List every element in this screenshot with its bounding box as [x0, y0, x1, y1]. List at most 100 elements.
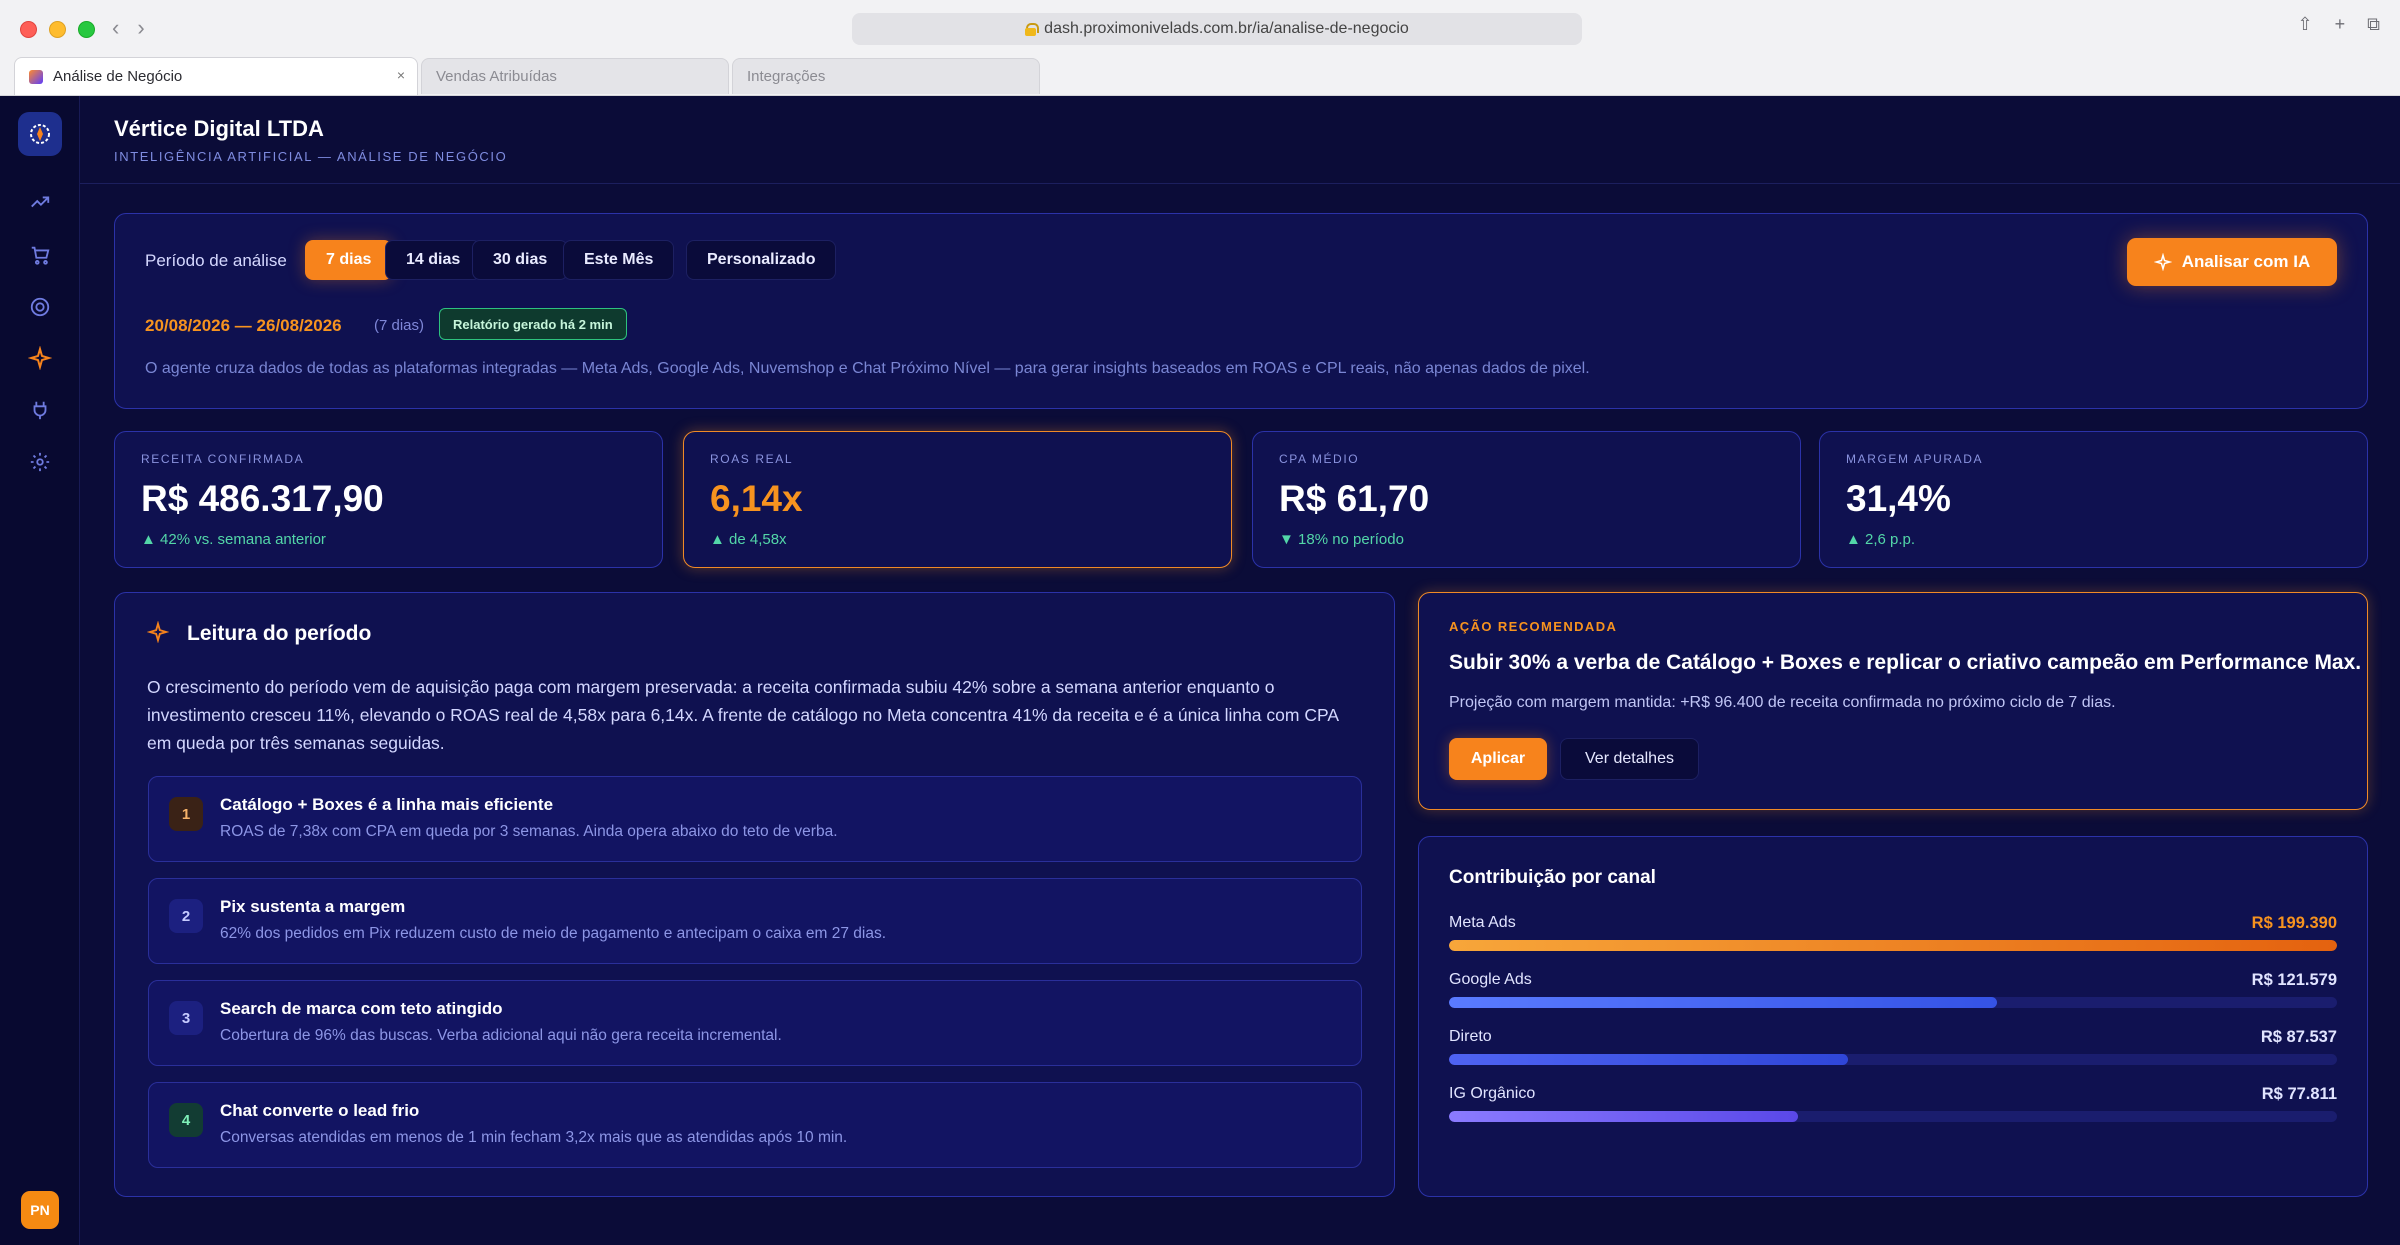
lock-icon [1025, 22, 1040, 36]
insight-item[interactable]: 1 Catálogo + Boxes é a linha mais eficie… [148, 776, 1362, 862]
period-option-7-dias[interactable]: 7 dias [305, 240, 393, 280]
channel-name: Meta Ads [1449, 914, 1516, 931]
trending-up-icon[interactable] [26, 188, 54, 216]
app-logo[interactable] [18, 112, 62, 156]
channel-row-direto: Direto R$ 87.537 [1449, 1028, 2337, 1068]
kpi-delta: ▲ 42% vs. semana anterior [141, 531, 326, 548]
tab-vendas-atribuidas[interactable]: Vendas Atribuídas [421, 58, 729, 94]
insight-title: Catálogo + Boxes é a linha mais eficient… [220, 795, 554, 814]
insight-title: Search de marca com teto atingido [220, 999, 503, 1018]
sparkle-icon[interactable] [26, 344, 54, 372]
window-controls [20, 21, 95, 38]
channel-row-meta-ads: Meta Ads R$ 199.390 [1449, 914, 2337, 954]
tab-label: Análise de Negócio [53, 68, 183, 85]
channel-value: R$ 77.811 [2261, 1085, 2337, 1103]
kpi-receita-confirmada: RECEITA CONFIRMADA R$ 486.317,90 ▲ 42% v… [114, 431, 663, 568]
browser-actions: ⇧ + ⧉ [2298, 14, 2380, 35]
tab-analise-de-negocio[interactable]: Análise de Negócio × [14, 57, 418, 95]
insight-item[interactable]: 3 Search de marca com teto atingido Cobe… [148, 980, 1362, 1066]
insight-desc: Conversas atendidas em menos de 1 min fe… [220, 1129, 848, 1146]
back-icon[interactable]: ‹ [112, 15, 119, 41]
tab-label: Integrações [747, 68, 826, 85]
analyze-label: Analisar com IA [2181, 252, 2311, 271]
period-card: Período de análise 7 dias 14 dias 30 dia… [114, 213, 2368, 409]
channel-row-google-ads: Google Ads R$ 121.579 [1449, 971, 2337, 1011]
kpi-value: R$ 61,70 [1279, 478, 1430, 519]
forward-icon[interactable]: › [137, 15, 144, 41]
period-description: O agente cruza dados de todas as platafo… [145, 360, 1590, 377]
insight-title: Pix sustenta a margem [220, 897, 406, 916]
date-range: 20/08/2026 — 26/08/2026 [145, 316, 342, 335]
view-details-button[interactable]: Ver detalhes [1560, 738, 1699, 780]
insight-number: 2 [169, 899, 203, 933]
channel-bar-fill [1449, 940, 2337, 951]
kpi-roas-real: ROAS REAL 6,14x ▲ de 4,58x [683, 431, 1232, 568]
minimize-window-button[interactable] [49, 21, 66, 38]
tab-overview-icon[interactable]: ⧉ [2367, 14, 2380, 35]
insight-desc: 62% dos pedidos em Pix reduzem custo de … [220, 925, 887, 942]
sparkle-icon [147, 621, 169, 643]
reading-card: Leitura do período O crescimento do perí… [114, 592, 1395, 1197]
cart-icon[interactable] [26, 241, 54, 269]
action-title: Subir 30% a verba de Catálogo + Boxes e … [1449, 651, 2362, 674]
new-tab-icon[interactable]: + [2335, 14, 2346, 35]
channel-bar-fill [1449, 1054, 1848, 1065]
channel-contribution-card: Contribuição por canal Meta Ads R$ 199.3… [1418, 836, 2368, 1197]
tab-integracoes[interactable]: Integrações [732, 58, 1040, 94]
period-option-30-dias[interactable]: 30 dias [472, 240, 569, 280]
sidebar: PN [0, 96, 80, 1245]
tab-label: Vendas Atribuídas [436, 68, 557, 85]
apply-button[interactable]: Aplicar [1449, 738, 1547, 780]
nav-arrows: ‹ › [112, 15, 145, 41]
sparkle-icon [2153, 253, 2172, 271]
kpi-value: 6,14x [710, 478, 803, 519]
browser-chrome: ‹ › dash.proximonivelads.com.br/ia/anali… [0, 0, 2400, 96]
app: PN Vértice Digital LTDA INTELIGÊNCIA ART… [0, 96, 2400, 1245]
plug-icon[interactable] [26, 396, 54, 424]
channel-name: Google Ads [1449, 971, 1532, 988]
analyze-with-ai-button[interactable]: Analisar com IA [2127, 238, 2337, 286]
user-avatar[interactable]: PN [21, 1191, 59, 1229]
period-option-14-dias[interactable]: 14 dias [385, 240, 482, 280]
close-tab-icon[interactable]: × [397, 67, 405, 83]
insight-number: 1 [169, 797, 203, 831]
insight-desc: ROAS de 7,38x com CPA em queda por 3 sem… [220, 823, 838, 840]
days-note: (7 dias) [374, 317, 425, 334]
page-subtitle: INTELIGÊNCIA ARTIFICIAL — ANÁLISE DE NEG… [114, 149, 508, 164]
kpi-label: MARGEM APURADA [1846, 452, 1984, 466]
channel-bar-track [1449, 1054, 2337, 1065]
channel-name: Direto [1449, 1028, 1492, 1045]
address-bar[interactable]: dash.proximonivelads.com.br/ia/analise-d… [852, 13, 1582, 45]
kpi-value: R$ 486.317,90 [141, 478, 384, 519]
share-icon[interactable]: ⇧ [2298, 14, 2313, 35]
gear-icon[interactable] [26, 448, 54, 476]
insight-item[interactable]: 4 Chat converte o lead frio Conversas at… [148, 1082, 1362, 1168]
kpi-delta: ▼ 18% no período [1279, 531, 1404, 548]
channel-row-ig-organico: IG Orgânico R$ 77.811 [1449, 1085, 2337, 1125]
channel-value: R$ 87.537 [2260, 1028, 2337, 1046]
kpi-value: 31,4% [1846, 478, 1951, 519]
channel-title: Contribuição por canal [1449, 867, 1656, 888]
action-description: Projeção com margem mantida: +R$ 96.400 … [1449, 694, 2116, 711]
insight-item[interactable]: 2 Pix sustenta a margem 62% dos pedidos … [148, 878, 1362, 964]
target-icon[interactable] [26, 293, 54, 321]
reading-title: Leitura do período [187, 622, 372, 645]
maximize-window-button[interactable] [78, 21, 95, 38]
kpi-delta: ▲ 2,6 p.p. [1846, 531, 1916, 548]
kpi-cpa-medio: CPA MÉDIO R$ 61,70 ▼ 18% no período [1252, 431, 1801, 568]
page-header: Vértice Digital LTDA INTELIGÊNCIA ARTIFI… [80, 96, 2400, 184]
insight-desc: Cobertura de 96% das buscas. Verba adici… [220, 1027, 782, 1044]
favicon-icon [29, 69, 43, 84]
channel-value: R$ 199.390 [2251, 914, 2337, 932]
reading-text: O crescimento do período vem de aquisiçã… [147, 677, 1339, 753]
kpi-label: CPA MÉDIO [1279, 452, 1360, 466]
channel-value: R$ 121.579 [2251, 971, 2337, 989]
close-window-button[interactable] [20, 21, 37, 38]
period-option-este-mes[interactable]: Este Mês [563, 240, 675, 280]
kpi-label: RECEITA CONFIRMADA [141, 452, 305, 466]
logo-icon [30, 124, 50, 144]
action-label: AÇÃO RECOMENDADA [1449, 619, 1618, 634]
channel-bar-track [1449, 997, 2337, 1008]
period-option-personalizado[interactable]: Personalizado [686, 240, 837, 280]
kpi-margem-apurada: MARGEM APURADA 31,4% ▲ 2,6 p.p. [1819, 431, 2368, 568]
